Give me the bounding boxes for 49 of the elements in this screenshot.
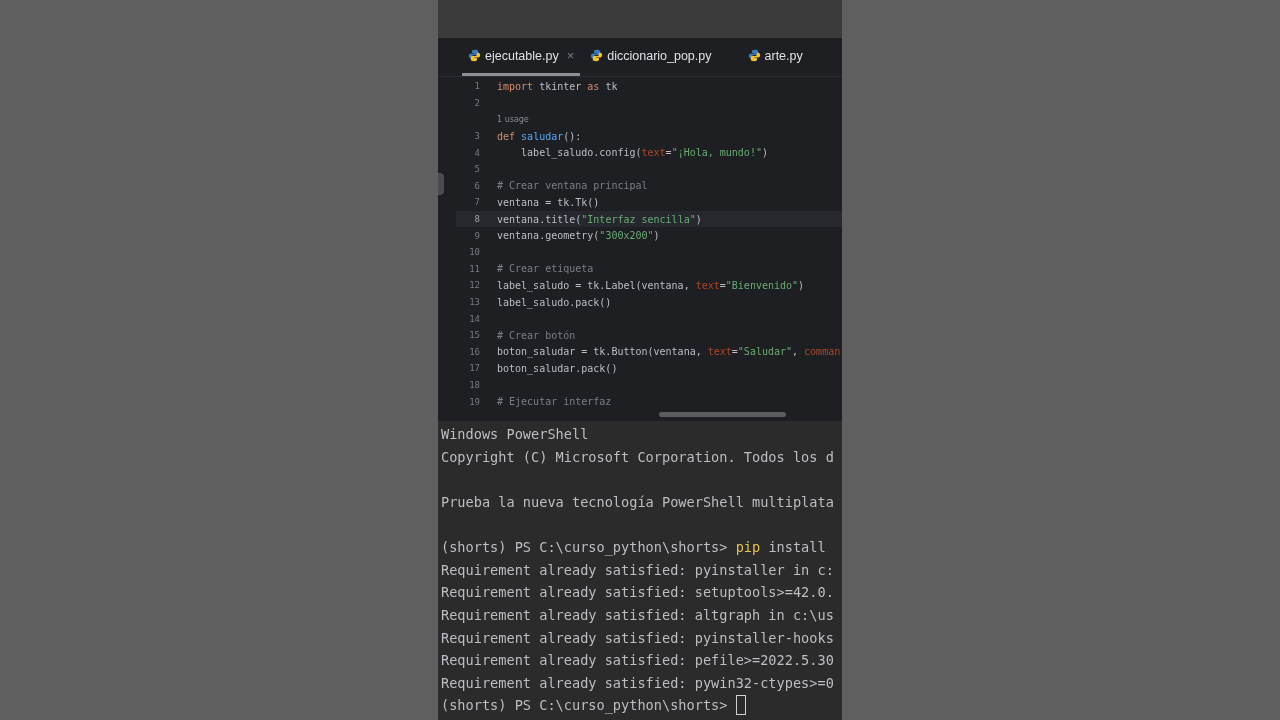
terminal-line: Windows PowerShell (441, 426, 589, 443)
line-number: 7 (473, 197, 480, 208)
line-number: 4 (473, 147, 480, 158)
terminal-line: Requirement already satisfied: altgraph in c:\us (441, 607, 834, 624)
line-number: 5 (473, 164, 480, 175)
line-number: 12 (468, 280, 480, 291)
code-line: boton_saludar = tk.Button(ventana, text="Saludar", comman (497, 346, 841, 358)
line-number: 14 (468, 313, 480, 324)
line-number: 9 (473, 230, 480, 241)
close-icon[interactable]: × (566, 48, 575, 63)
file-tab[interactable]: arte.py (741, 38, 809, 76)
line-number: 2 (473, 97, 480, 108)
usage-hint[interactable]: 1 usage (497, 115, 529, 124)
code-line: boton_saludar.pack() (497, 362, 618, 374)
file-tab[interactable]: ejecutable.py × (462, 38, 581, 76)
line-number: 8 (473, 214, 480, 225)
line-number: 11 (468, 263, 480, 274)
terminal-line: Copyright (C) Microsoft Corporation. Todos los d (441, 448, 834, 465)
code-line: ventana.geometry("300x200") (497, 230, 660, 242)
code-line: import tkinter as tk (497, 80, 618, 92)
line-number: 16 (468, 346, 480, 357)
terminal-line: Requirement already satisfied: pefile>=2022.5.30 (441, 652, 834, 669)
line-number: 18 (468, 380, 480, 390)
code-line: def saludar(): (497, 130, 582, 142)
code-line: # Crear etiqueta (497, 263, 594, 275)
terminal-line: Requirement already satisfied: pywin32-ctypes>=0 (441, 674, 834, 691)
terminal-prompt: (shorts) PS C:\curso_python\shorts> (441, 697, 728, 714)
terminal-line: (shorts) PS C:\curso_python\shorts> pip install (441, 539, 826, 556)
terminal-line: Requirement already satisfied: setuptools>=42.0. (441, 584, 834, 601)
terminal-line: Prueba la nueva tecnología PowerShell multiplata (441, 494, 834, 511)
code-line: ventana = tk.Tk() (497, 196, 600, 208)
line-number: 17 (468, 363, 480, 374)
code-line: label_saludo = tk.Label(ventana, text="Bienvenido") (497, 279, 805, 291)
code-line: # Crear ventana principal (497, 180, 648, 192)
line-number: 15 (468, 330, 480, 341)
line-number: 1 (473, 81, 480, 92)
file-tab[interactable]: diccionario_pop.py (584, 38, 718, 76)
code-line: label_saludo.pack() (497, 296, 612, 308)
line-number: 19 (468, 396, 480, 407)
code-line: # Ejecutar interfaz (497, 396, 612, 407)
code-line: label_saludo.config(text="¡Hola, mundo!") (520, 147, 768, 159)
terminal-line: Requirement already satisfied: pyinstaller-hooks (441, 629, 834, 646)
line-number: 6 (473, 180, 480, 191)
code-line: ventana.title("Interfaz sencilla") (497, 213, 702, 225)
code-line: # Crear botón (497, 329, 576, 341)
terminal-line: Requirement already satisfied: pyinstaller in c: (441, 561, 834, 578)
line-number: 10 (468, 247, 480, 258)
line-number: 13 (468, 297, 480, 307)
line-number: 3 (473, 131, 480, 142)
